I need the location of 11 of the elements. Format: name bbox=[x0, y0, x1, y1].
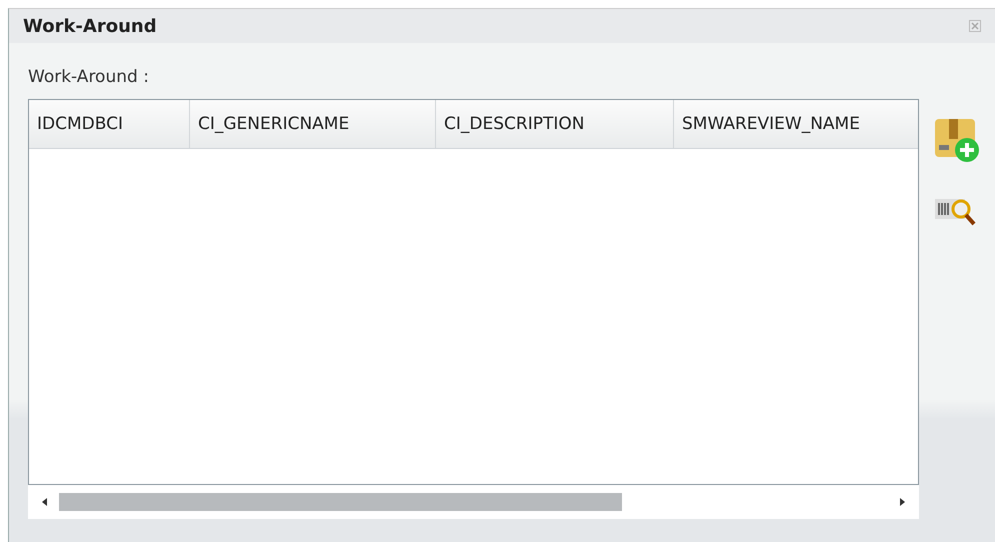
column-header[interactable]: CI_DESCRIPTION bbox=[436, 100, 674, 148]
window-title: Work-Around bbox=[23, 16, 157, 36]
package-add-icon[interactable] bbox=[933, 117, 981, 163]
scroll-right-icon[interactable] bbox=[900, 498, 905, 506]
field-label: Work-Around : bbox=[28, 67, 149, 87]
column-header[interactable]: SMWAREVIEW_NAME bbox=[674, 100, 918, 148]
scroll-thumb[interactable] bbox=[59, 493, 622, 511]
horizontal-scrollbar[interactable] bbox=[28, 485, 919, 519]
column-header[interactable]: IDCMDBCI bbox=[29, 100, 190, 148]
column-header[interactable]: CI_GENERICNAME bbox=[190, 100, 436, 148]
scroll-left-icon[interactable] bbox=[42, 498, 47, 506]
